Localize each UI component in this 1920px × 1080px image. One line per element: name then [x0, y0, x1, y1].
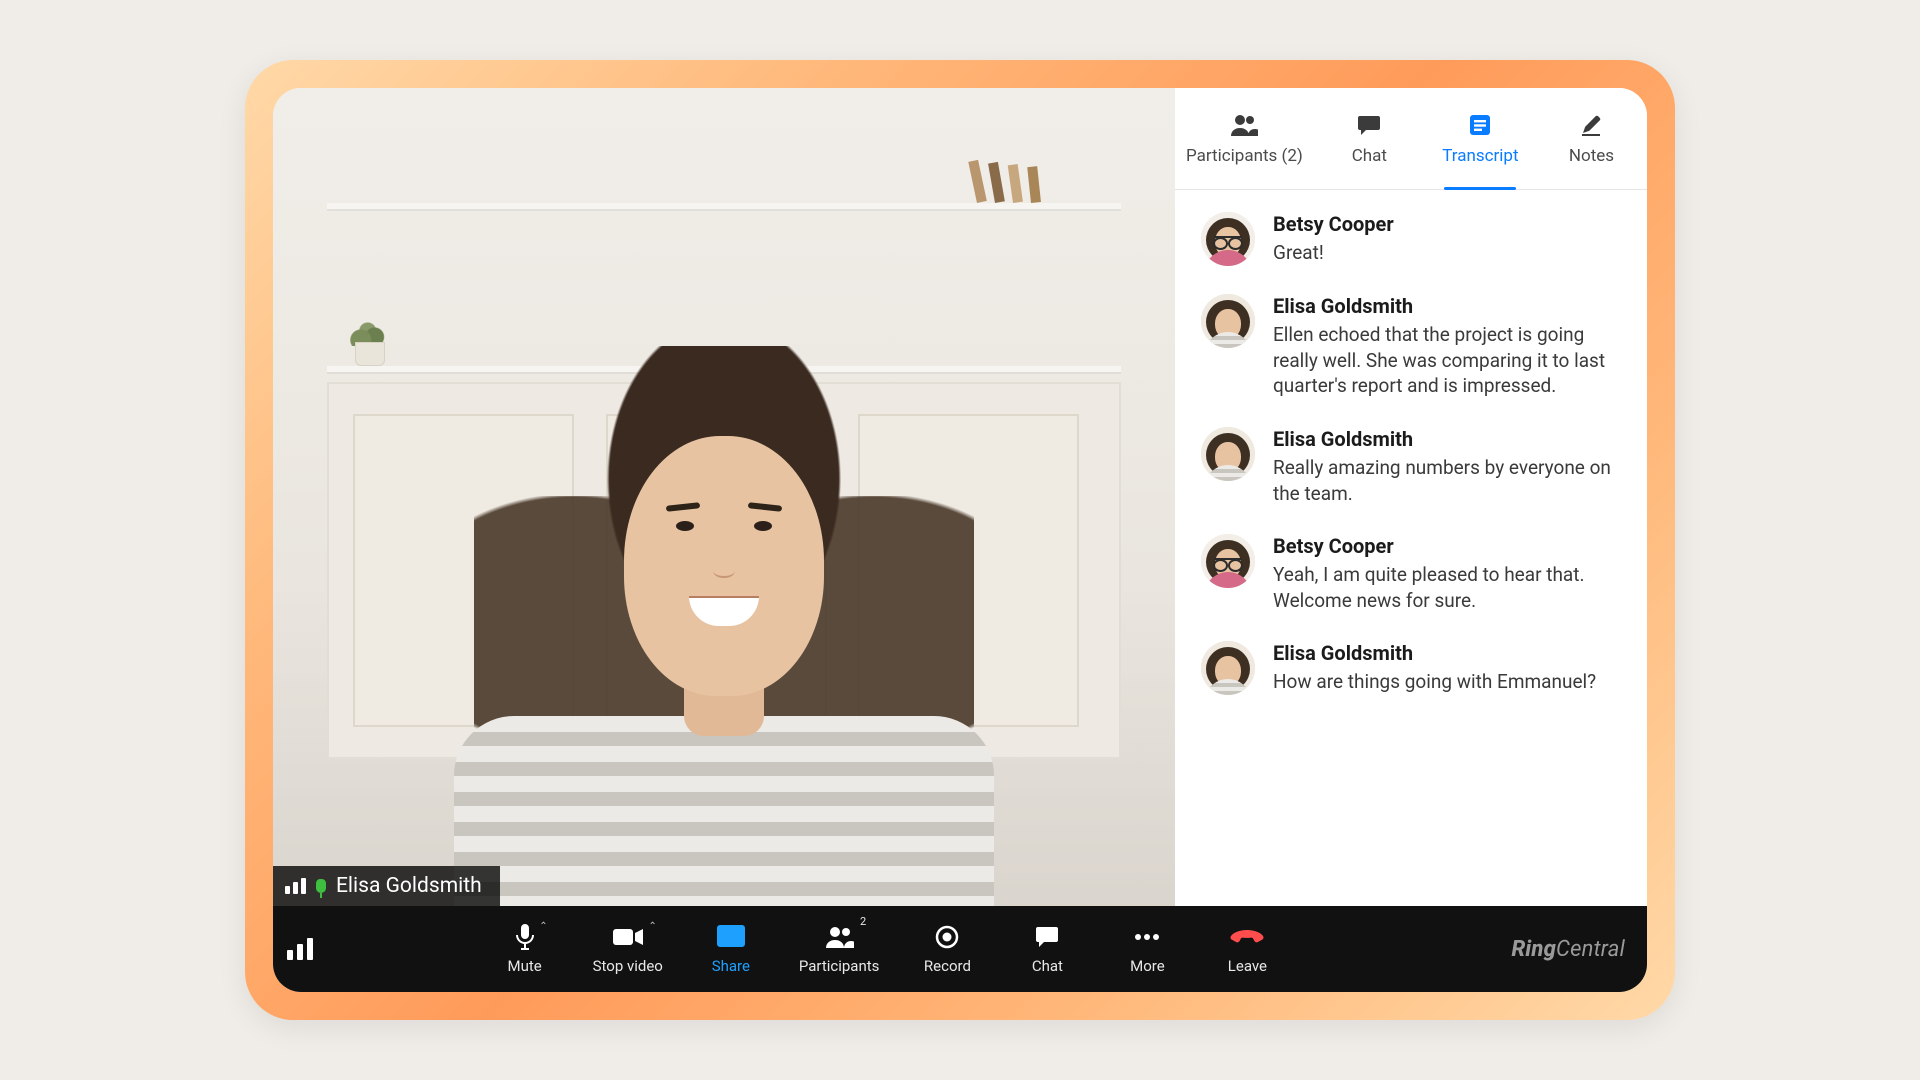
transcript-speaker: Betsy Cooper	[1273, 212, 1621, 236]
transcript-text: Really amazing numbers by everyone on th…	[1273, 455, 1621, 506]
meeting-toolbar: ⌃ Mute ⌃ Stop video Share	[273, 906, 1647, 992]
avatar	[1201, 212, 1255, 266]
chat-icon	[1035, 926, 1059, 948]
transcript-text: Great!	[1273, 240, 1621, 266]
main-row: Elisa Goldsmith Participants (2)	[273, 88, 1647, 906]
avatar	[1201, 427, 1255, 481]
signal-icon	[285, 878, 306, 894]
side-panel: Participants (2) Chat Transcript	[1175, 88, 1647, 906]
speaker-name-label: Elisa Goldsmith	[336, 874, 482, 898]
more-icon	[1134, 933, 1160, 941]
transcript-entry: Betsy Cooper Great!	[1201, 212, 1621, 266]
record-icon	[935, 925, 959, 949]
leave-label: Leave	[1228, 957, 1267, 975]
toolbar-center: ⌃ Mute ⌃ Stop video Share	[347, 923, 1425, 975]
transcript-speaker: Betsy Cooper	[1273, 534, 1621, 558]
mute-button[interactable]: ⌃ Mute	[493, 923, 557, 975]
chevron-up-icon[interactable]: ⌃	[648, 921, 656, 932]
video-area: Elisa Goldsmith	[273, 88, 1175, 906]
participants-button[interactable]: 2 Participants	[799, 923, 880, 975]
chat-button[interactable]: Chat	[1015, 923, 1079, 975]
chat-icon	[1357, 112, 1381, 138]
transcript-icon	[1469, 112, 1491, 138]
transcript-entry: Elisa Goldsmith How are things going with…	[1201, 641, 1621, 695]
bg-plant	[345, 306, 395, 366]
transcript-list[interactable]: Betsy Cooper Great! Elisa Goldsmith Ellen e…	[1175, 190, 1647, 906]
side-panel-tabs: Participants (2) Chat Transcript	[1175, 88, 1647, 190]
leave-button[interactable]: Leave	[1215, 923, 1279, 975]
app-screen: Elisa Goldsmith Participants (2)	[273, 88, 1647, 992]
participants-icon	[824, 926, 854, 948]
tab-label: Participants (2)	[1186, 146, 1303, 166]
transcript-speaker: Elisa Goldsmith	[1273, 294, 1621, 318]
more-label: More	[1130, 957, 1165, 975]
device-frame: Elisa Goldsmith Participants (2)	[245, 60, 1675, 1020]
transcript-content: Betsy Cooper Great!	[1273, 212, 1621, 266]
transcript-speaker: Elisa Goldsmith	[1273, 641, 1621, 665]
speaker-name-tag: Elisa Goldsmith	[273, 866, 500, 906]
tab-transcript[interactable]: Transcript	[1425, 88, 1536, 189]
bg-shelf	[327, 203, 1121, 209]
avatar	[1201, 534, 1255, 588]
transcript-content: Elisa Goldsmith Ellen echoed that the pro…	[1273, 294, 1621, 399]
brand-logo: RingCentral	[1425, 937, 1625, 962]
participants-icon	[1230, 112, 1258, 138]
notes-icon	[1580, 112, 1602, 138]
stop-video-label: Stop video	[593, 957, 663, 975]
brand-light: Central	[1556, 937, 1625, 962]
transcript-content: Elisa Goldsmith Really amazing numbers by…	[1273, 427, 1621, 506]
transcript-text: Ellen echoed that the project is going r…	[1273, 322, 1621, 399]
brand-bold: Ring	[1511, 937, 1556, 962]
tab-label: Chat	[1352, 146, 1387, 166]
chevron-up-icon[interactable]: ⌃	[539, 921, 547, 932]
tab-label: Notes	[1569, 146, 1614, 166]
transcript-entry: Betsy Cooper Yeah, I am quite pleased to …	[1201, 534, 1621, 613]
participants-count-badge: 2	[860, 915, 866, 928]
avatar	[1201, 641, 1255, 695]
transcript-content: Elisa Goldsmith How are things going with…	[1273, 641, 1621, 695]
mute-label: Mute	[507, 957, 541, 975]
tab-chat[interactable]: Chat	[1314, 88, 1425, 189]
tab-notes[interactable]: Notes	[1536, 88, 1647, 189]
transcript-entry: Elisa Goldsmith Ellen echoed that the pro…	[1201, 294, 1621, 399]
share-label: Share	[712, 957, 750, 975]
tab-participants[interactable]: Participants (2)	[1175, 88, 1314, 189]
record-button[interactable]: Record	[915, 923, 979, 975]
share-screen-icon	[717, 925, 745, 949]
share-button[interactable]: Share	[699, 923, 763, 975]
chat-label: Chat	[1032, 957, 1063, 975]
avatar	[1201, 294, 1255, 348]
transcript-text: Yeah, I am quite pleased to hear that. W…	[1273, 562, 1621, 613]
connection-indicator[interactable]	[287, 938, 347, 960]
hangup-icon	[1230, 928, 1264, 946]
microphone-icon	[516, 924, 534, 950]
transcript-text: How are things going with Emmanuel?	[1273, 669, 1621, 695]
transcript-speaker: Elisa Goldsmith	[1273, 427, 1621, 451]
more-button[interactable]: More	[1115, 923, 1179, 975]
signal-icon	[287, 938, 313, 960]
video-icon	[613, 927, 643, 947]
transcript-entry: Elisa Goldsmith Really amazing numbers by…	[1201, 427, 1621, 506]
transcript-content: Betsy Cooper Yeah, I am quite pleased to …	[1273, 534, 1621, 613]
stop-video-button[interactable]: ⌃ Stop video	[593, 923, 663, 975]
speaker-video	[444, 316, 1004, 906]
mic-active-icon	[316, 879, 326, 893]
record-label: Record	[924, 957, 971, 975]
participants-label: Participants	[799, 957, 880, 975]
tab-label: Transcript	[1442, 146, 1518, 166]
